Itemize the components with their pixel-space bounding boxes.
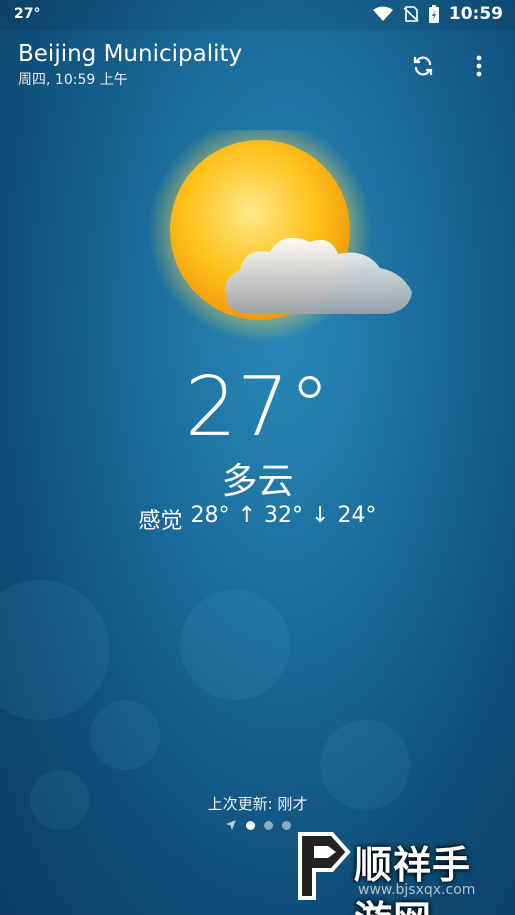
- feels-like-value: 28°: [190, 503, 230, 528]
- high-temperature: 32°: [264, 503, 303, 528]
- current-temperature: 27°: [184, 360, 331, 455]
- status-bar: 27° 10:59: [0, 0, 515, 30]
- status-clock: 10:59: [448, 4, 503, 24]
- arrow-up-icon: ↑: [237, 503, 256, 528]
- watermark-brand: 顺祥手游网: [354, 843, 472, 915]
- more-vert-icon: [476, 55, 482, 77]
- background-bokeh: [180, 590, 290, 700]
- watermark-url: www.bjsxqx.com: [358, 882, 476, 898]
- arrow-down-icon: ↓: [311, 503, 330, 528]
- local-time: 10:59 上午: [54, 72, 128, 88]
- low-temperature: 24°: [337, 503, 377, 528]
- refresh-icon: [413, 56, 433, 76]
- more-options-button[interactable]: [463, 50, 495, 82]
- page-dot[interactable]: [281, 820, 291, 830]
- wifi-icon: [372, 6, 393, 21]
- weather-condition: 多云: [221, 461, 294, 502]
- background-bokeh: [90, 700, 160, 770]
- watermark-logo-icon: [298, 832, 351, 900]
- background-bokeh: [0, 580, 110, 720]
- date-time: 周四, 10:59 上午: [18, 69, 515, 89]
- no-sim-icon: [403, 6, 419, 22]
- weekday: 周四,: [18, 72, 51, 88]
- weather-screen: 27° 10:59 Beijing Municipality 周四, 10:59…: [0, 0, 515, 915]
- city-name[interactable]: Beijing Municipality: [18, 40, 515, 68]
- battery-charging-icon: [428, 5, 439, 23]
- status-icons: 10:59: [372, 4, 503, 24]
- last-updated: 上次更新: 刚才: [207, 795, 308, 813]
- header: Beijing Municipality 周四, 10:59 上午: [18, 40, 515, 92]
- partly-cloudy-icon: [140, 118, 430, 350]
- watermark: 顺祥手游网 www.bjsxqx.com: [292, 824, 507, 915]
- page-dot[interactable]: [263, 820, 273, 830]
- feels-like-row: 感觉 28° ↑ 32° ↓ 24°: [0, 503, 515, 535]
- location-arrow-icon: [225, 820, 236, 830]
- status-temperature: 27°: [14, 6, 41, 22]
- page-dot-active[interactable]: [245, 820, 255, 830]
- refresh-button[interactable]: [407, 50, 439, 82]
- feels-like-label: 感觉: [138, 509, 183, 534]
